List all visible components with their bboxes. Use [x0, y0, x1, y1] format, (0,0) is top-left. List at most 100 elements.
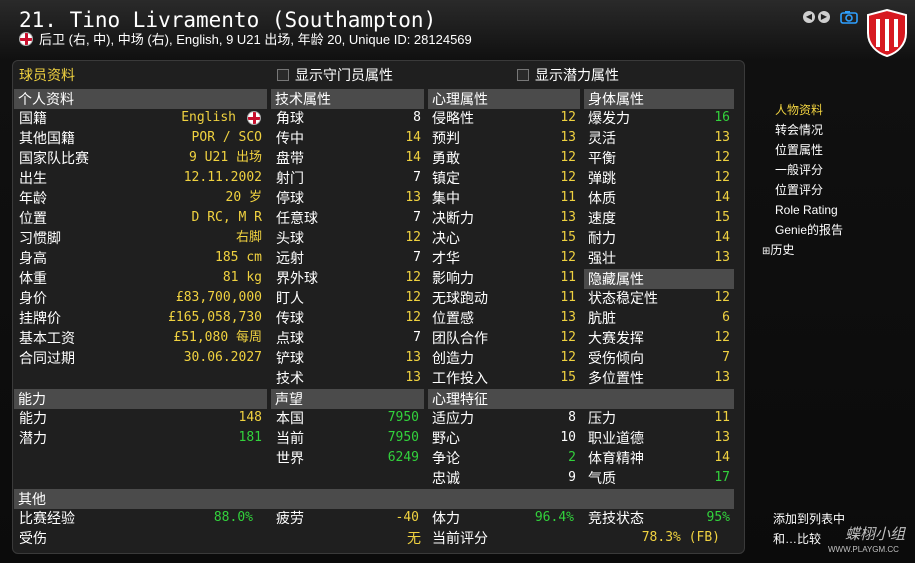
mental-value: 12	[560, 350, 576, 365]
technical-value: 14	[405, 130, 421, 145]
personal-value: 20 岁	[225, 190, 262, 205]
other-value: 78.3% (FB)	[641, 530, 720, 545]
ability-label: 能力	[19, 410, 47, 426]
show-gk-attributes-label[interactable]: 显示守门员属性	[295, 66, 393, 84]
sidebar-item[interactable]: 位置属性	[775, 142, 823, 158]
trait-value: 13	[714, 430, 730, 445]
personal-label: 习惯脚	[19, 230, 61, 246]
ability-label: 潜力	[19, 430, 47, 446]
personal-label: 基本工资	[19, 330, 75, 346]
sidebar-item[interactable]: Genie的报告	[775, 222, 843, 238]
technical-value: 7	[413, 330, 421, 345]
technical-value: 7	[413, 210, 421, 225]
personal-label: 体重	[19, 270, 47, 286]
physical-value: 14	[714, 230, 730, 245]
physical-value: 15	[714, 210, 730, 225]
sidebar-item[interactable]: 转会情况	[775, 122, 823, 138]
technical-value: 13	[405, 350, 421, 365]
add-to-list-button[interactable]: 添加到列表中	[773, 511, 845, 527]
trait-value: 10	[560, 430, 576, 445]
traits-heading: 心理特征	[432, 391, 488, 407]
reputation-value: 7950	[387, 430, 419, 445]
personal-value: £165,058,730	[168, 310, 262, 325]
physical-value: 14	[714, 190, 730, 205]
header-bar-ability	[14, 389, 267, 409]
technical-label: 盘带	[276, 150, 304, 166]
history-item[interactable]: ⊞历史	[762, 242, 794, 260]
technical-label: 传中	[276, 130, 304, 146]
personal-value: D RC, M R	[191, 210, 262, 225]
technical-heading: 技术属性	[275, 91, 331, 107]
technical-label: 射门	[276, 170, 304, 186]
trait-value: 14	[714, 450, 730, 465]
history-label[interactable]: 历史	[770, 243, 794, 257]
personal-value: £83,700,000	[175, 290, 262, 305]
club-crest-icon	[867, 9, 907, 57]
sidebar-item[interactable]: 一般评分	[775, 162, 823, 178]
technical-label: 头球	[276, 230, 304, 246]
technical-label: 盯人	[276, 290, 304, 306]
reputation-value: 7950	[387, 410, 419, 425]
show-gk-attributes-checkbox[interactable]	[277, 69, 289, 81]
physical-heading: 身体属性	[588, 91, 644, 107]
mental-value: 12	[560, 170, 576, 185]
mental-value: 11	[560, 290, 576, 305]
personal-label: 身高	[19, 250, 47, 266]
technical-label: 铲球	[276, 350, 304, 366]
show-potential-attributes-checkbox[interactable]	[517, 69, 529, 81]
other-value: 88.0%	[213, 510, 253, 525]
hidden-value: 7	[722, 350, 730, 365]
other-value: 96.4%	[534, 510, 574, 525]
sidebar-item[interactable]: Role Rating	[775, 202, 838, 218]
physical-value: 12	[714, 150, 730, 165]
other-heading: 其他	[18, 491, 46, 507]
technical-label: 远射	[276, 250, 304, 266]
compare-button[interactable]: 和…比较	[773, 531, 821, 547]
technical-value: 12	[405, 270, 421, 285]
physical-value: 16	[714, 110, 730, 125]
trait-value: 11	[714, 410, 730, 425]
mental-value: 11	[560, 270, 576, 285]
watermark-text: 蝶栩小组	[845, 526, 906, 543]
mental-value: 12	[560, 110, 576, 125]
next-player-icon[interactable]: ▶	[818, 11, 830, 23]
mental-value: 13	[560, 130, 576, 145]
sidebar-item[interactable]: 位置评分	[775, 182, 823, 198]
player-title: 21. Tino Livramento (Southampton)	[19, 8, 437, 32]
sidebar-item[interactable]: 人物资料	[775, 102, 823, 118]
nationality-flag-icon	[247, 111, 261, 125]
technical-label: 角球	[276, 110, 304, 126]
personal-value: POR / SCO	[191, 130, 262, 145]
header-bar-other	[14, 489, 734, 509]
hidden-value: 13	[714, 370, 730, 385]
personal-label: 合同过期	[19, 350, 75, 366]
personal-value: 185 cm	[215, 250, 262, 265]
other-label: 比赛经验	[19, 510, 75, 526]
ability-value: 148	[238, 410, 262, 425]
section-title: 球员资料	[19, 67, 75, 83]
camera-icon[interactable]	[840, 10, 858, 24]
technical-label: 点球	[276, 330, 304, 346]
physical-value: 13	[714, 250, 730, 265]
prev-player-icon[interactable]: ◀	[803, 11, 815, 23]
ability-value: 181	[238, 430, 262, 445]
hidden-value: 12	[714, 290, 730, 305]
personal-label: 身价	[19, 290, 47, 306]
technical-value: 12	[405, 310, 421, 325]
watermark-url: WWW.PLAYGM.CC	[828, 545, 899, 554]
reputation-heading: 声望	[275, 391, 303, 407]
personal-label: 出生	[19, 170, 47, 186]
personal-value: English	[181, 110, 236, 125]
show-potential-attributes-label[interactable]: 显示潜力属性	[535, 66, 619, 84]
personal-value: £51,080 每周	[173, 330, 262, 345]
technical-value: 8	[413, 110, 421, 125]
hidden-value: 6	[722, 310, 730, 325]
hidden-value: 12	[714, 330, 730, 345]
mental-value: 13	[560, 210, 576, 225]
trait-value: 17	[714, 470, 730, 485]
other-label: 当前评分	[432, 530, 488, 546]
personal-value: 30.06.2027	[183, 350, 262, 365]
mental-value: 12	[560, 250, 576, 265]
technical-value: 13	[405, 190, 421, 205]
mental-value: 12	[560, 150, 576, 165]
